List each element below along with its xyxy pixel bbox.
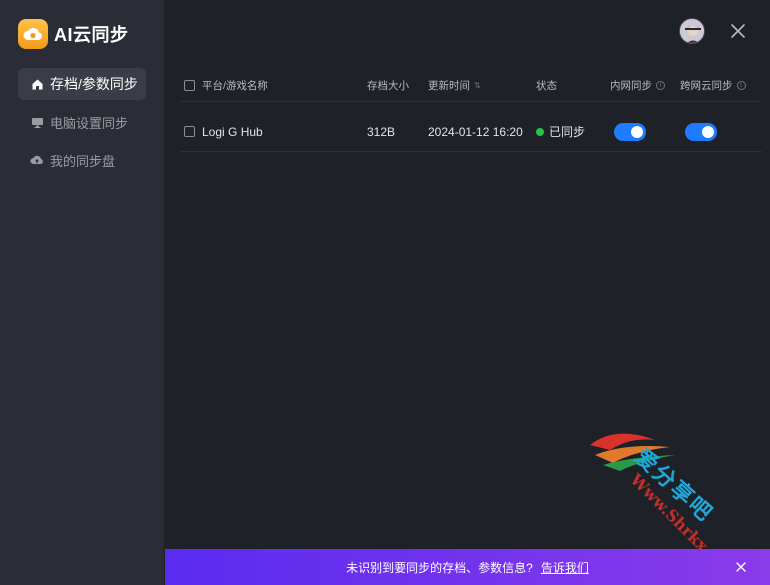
header-lan-sync: 内网同步 i [610,70,665,101]
close-icon [731,24,745,38]
sidebar-item-save-sync[interactable]: 存档/参数同步 [18,68,146,100]
header-status-label: 状态 [536,80,557,92]
row-updated: 2024-01-12 16:20 [428,112,523,151]
cross-sync-toggle[interactable] [685,122,717,141]
cloud-upload-icon [30,153,44,167]
table-header: 平台/游戏名称 存档大小 更新时间 ⇅ 状态 内网同步 i 跨网云同步 i [180,70,762,102]
brand: AI云同步 [18,18,129,50]
toggle-knob [702,125,714,138]
sidebar-item-my-sync-drive[interactable]: 我的同步盘 [18,144,146,176]
app-window: AI云同步 存档/参数同步 电脑设置同步 我的同步盘 平台/游戏名称 存档大小 … [0,0,770,585]
header-size-label: 存档大小 [367,80,409,92]
monitor-icon [30,115,44,129]
banner-close-button[interactable] [734,560,748,574]
sidebar-item-label: 我的同步盘 [50,153,116,169]
feedback-link[interactable]: 告诉我们 [541,559,589,576]
header-updated[interactable]: 更新时间 ⇅ [428,70,481,101]
info-icon[interactable]: i [736,81,746,90]
row-updated-value: 2024-01-12 16:20 [428,124,523,139]
header-size: 存档大小 [367,70,409,101]
header-status: 状态 [536,70,557,101]
table-row: Logi G Hub 312B 2024-01-12 16:20 已同步 [180,112,762,152]
row-checkbox[interactable] [184,126,195,137]
row-size: 312B [367,112,395,151]
app-logo-icon [18,19,48,49]
lan-sync-toggle[interactable] [614,122,646,141]
info-icon[interactable]: i [656,81,665,90]
app-name: AI云同步 [54,25,129,45]
close-window-button[interactable] [728,21,748,41]
close-icon [736,562,746,572]
sidebar-item-label: 存档/参数同步 [50,76,138,92]
select-all-checkbox[interactable] [184,80,195,91]
status-ok-icon [536,127,544,136]
header-name: 平台/游戏名称 [202,80,268,92]
row-status-value: 已同步 [549,125,586,139]
toggle-knob [631,125,643,138]
row-name-cell: Logi G Hub [184,112,263,151]
row-status: 已同步 [536,112,585,151]
user-avatar[interactable] [679,18,705,44]
feedback-banner: 未识别到要同步的存档、参数信息? 告诉我们 [165,549,770,585]
header-name-cell: 平台/游戏名称 [184,70,268,101]
header-cross-sync: 跨网云同步 i [680,70,746,101]
banner-text: 未识别到要同步的存档、参数信息? [346,560,533,575]
header-lan-label: 内网同步 [610,80,652,92]
home-icon [30,77,44,91]
row-size-value: 312B [367,124,396,139]
sort-icon[interactable]: ⇅ [474,81,481,90]
header-cross-label: 跨网云同步 [680,80,733,92]
sync-table: 平台/游戏名称 存档大小 更新时间 ⇅ 状态 内网同步 i 跨网云同步 i Lo… [180,70,762,152]
header-updated-label: 更新时间 [428,80,470,92]
sidebar-item-pc-settings-sync[interactable]: 电脑设置同步 [18,106,146,138]
row-lan-toggle-cell [614,112,646,151]
row-name: Logi G Hub [202,124,263,139]
sidebar: AI云同步 存档/参数同步 电脑设置同步 我的同步盘 [0,0,164,585]
row-cross-toggle-cell [685,112,717,151]
sidebar-item-label: 电脑设置同步 [50,115,129,131]
sidebar-nav: 存档/参数同步 电脑设置同步 我的同步盘 [18,68,146,182]
